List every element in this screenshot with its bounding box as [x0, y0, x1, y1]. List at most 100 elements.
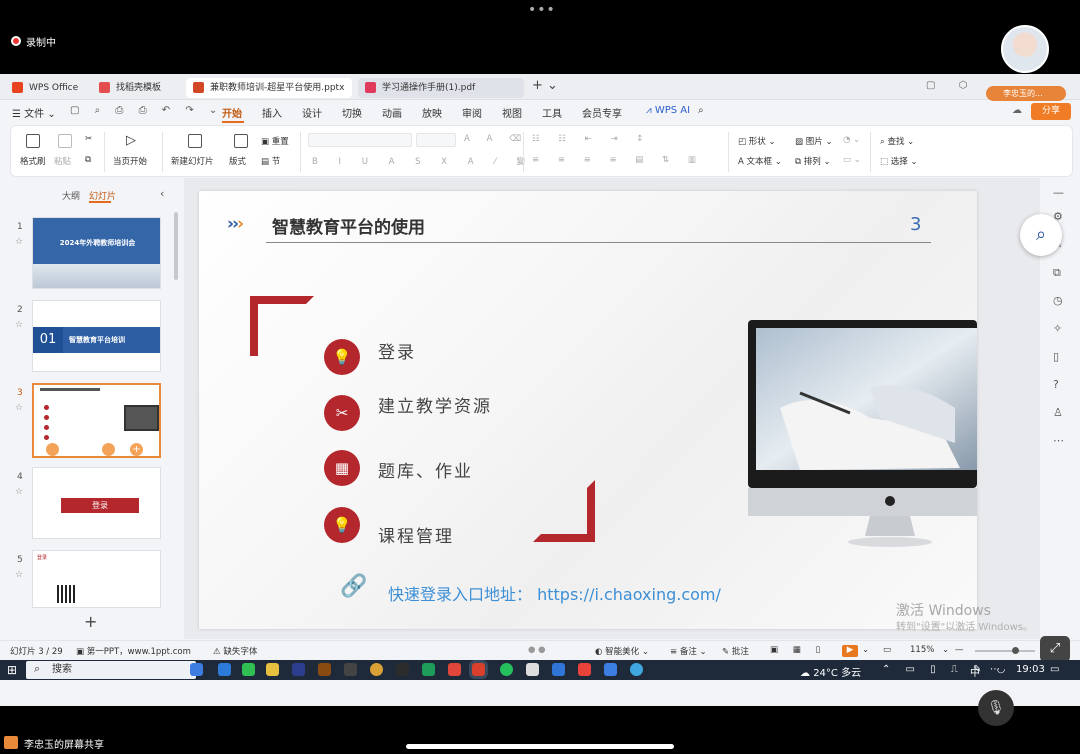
widget-icon[interactable]	[190, 663, 203, 676]
star-icon[interactable]: ☆	[15, 403, 23, 413]
menu-insert[interactable]: 插入	[262, 105, 282, 120]
app-icon[interactable]	[396, 663, 409, 676]
more-icon[interactable]: ⋯	[1053, 434, 1064, 447]
arrange-button[interactable]: ⧉ 排列 ⌄	[795, 155, 831, 167]
align-buttons[interactable]: ≡ ≡ ≡ ≡ ▤ ⇅ ▥	[532, 155, 704, 165]
new-slide-button[interactable]: 新建幻灯片	[171, 155, 214, 167]
star-icon[interactable]: ☆	[15, 320, 23, 330]
missing-font-button[interactable]: ⚠ 缺失字体	[213, 645, 257, 657]
user-badge[interactable]: 李忠玉的...	[986, 86, 1066, 101]
play-icon[interactable]: ▷	[126, 133, 136, 148]
wechat-icon[interactable]	[242, 663, 255, 676]
whatsapp-icon[interactable]	[500, 663, 513, 676]
beautify-button[interactable]: ◐ 智能美化 ⌄	[595, 645, 649, 657]
slide-thumb-2[interactable]: 01 智慧教育平台培训	[32, 300, 161, 372]
tab-pdf[interactable]: 学习通操作手册(1).pdf	[358, 78, 524, 98]
paste-label[interactable]: 粘贴	[54, 155, 71, 167]
outline-icon[interactable]: ▭ ⌄	[843, 155, 861, 165]
file-menu[interactable]: ☰ 文件 ⌄	[12, 105, 56, 120]
quick-login-link[interactable]: 快速登录入口地址： https://i.chaoxing.com/	[388, 581, 721, 605]
menu-start[interactable]: 开始	[222, 105, 242, 120]
font-size-select[interactable]	[416, 133, 456, 147]
layout-icon[interactable]	[234, 134, 248, 148]
new-tab-button[interactable]: + ⌄	[532, 78, 558, 93]
menu-design[interactable]: 设计	[302, 105, 322, 120]
menu-review[interactable]: 审阅	[462, 105, 482, 120]
notes-button[interactable]: ≡ 备注 ⌄	[670, 645, 707, 657]
font-style-buttons[interactable]: B I U A S X A ⁄ 變	[312, 155, 534, 167]
section-button[interactable]: ▤ 节	[261, 155, 280, 167]
quick-access-icons[interactable]: ▢ ⌕ ⎙ ⎙ ↶ ↷ ⌄	[70, 105, 223, 116]
textbox-button[interactable]: A 文本框 ⌄	[738, 155, 782, 167]
thumb-add-icon[interactable]: +	[130, 443, 143, 456]
search-icon[interactable]: ⌕	[698, 105, 704, 116]
find-button[interactable]: ⌕ 查找 ⌄	[880, 135, 914, 147]
zoom-level[interactable]: 115%	[910, 645, 934, 655]
wps-ai-button[interactable]: ⩘ WPS AI	[646, 105, 690, 116]
tab-wps-office[interactable]: WPS Office	[5, 78, 85, 98]
windows-start-icon[interactable]: ⊞	[7, 663, 17, 677]
expand-icon[interactable]: ⤢	[1040, 636, 1070, 662]
copy-icon[interactable]: ⧉	[1053, 266, 1061, 280]
slide-thumb-5[interactable]: 登录	[32, 550, 161, 608]
wps-taskbar-icon[interactable]	[472, 663, 485, 676]
list-buttons[interactable]: ☷ ☷ ⇤ ⇥ ↕	[532, 134, 651, 144]
from-current-button[interactable]: 当页开始	[113, 155, 147, 167]
format-painter-label[interactable]: 格式刷	[20, 155, 46, 167]
taskbar-search-box[interactable]: 搜索	[26, 661, 196, 679]
star-icon[interactable]: ☆	[15, 487, 23, 497]
app-icon[interactable]	[344, 663, 357, 676]
clock[interactable]: 19:03	[1016, 664, 1045, 675]
illustrator-icon[interactable]	[318, 663, 331, 676]
zoom-slider-handle[interactable]	[1012, 647, 1019, 654]
shape-button[interactable]: ◰ 形状 ⌄	[738, 135, 776, 147]
picture-button[interactable]: ▨ 图片 ⌄	[795, 135, 833, 147]
app-icon[interactable]	[604, 663, 617, 676]
fill-icon[interactable]: ◔ ⌄	[843, 135, 860, 145]
more-options-icon[interactable]: •••	[528, 2, 556, 18]
tab-template[interactable]: 找稻壳模板	[92, 78, 180, 98]
slide-thumb-4[interactable]: 登录	[32, 467, 161, 539]
app-icon[interactable]	[552, 663, 565, 676]
chrome-icon[interactable]	[370, 663, 383, 676]
star-icon[interactable]: ☆	[15, 237, 23, 247]
magic-icon[interactable]: ✧	[1053, 322, 1062, 335]
menu-member[interactable]: 会员专享	[582, 105, 622, 120]
app-icon[interactable]	[448, 663, 461, 676]
thumbnail-scrollbar[interactable]	[174, 212, 178, 280]
zoom-out-icon[interactable]: —	[955, 645, 964, 655]
new-slide-icon[interactable]	[188, 134, 202, 148]
menu-tools[interactable]: 工具	[542, 105, 562, 120]
edge-icon[interactable]	[218, 663, 231, 676]
minus-icon[interactable]: —	[1053, 186, 1064, 199]
slide-thumb-1[interactable]: 2024年外聘教师培训会	[32, 217, 161, 289]
menu-animation[interactable]: 动画	[382, 105, 402, 120]
book-icon[interactable]: ▯	[1053, 350, 1059, 363]
ime-indicator[interactable]: 中	[970, 664, 980, 679]
window-controls[interactable]: ▢ ⬡	[926, 80, 977, 91]
slideshow-dropdown-icon[interactable]: ⌄	[862, 645, 869, 655]
thumb-play-icon[interactable]	[46, 443, 59, 456]
app-icon[interactable]	[526, 663, 539, 676]
zoom-dropdown-icon[interactable]: ⌄	[942, 645, 949, 655]
edge-icon[interactable]	[630, 663, 643, 676]
microphone-muted-icon[interactable]: 🎙	[978, 690, 1014, 726]
share-button[interactable]: 分享	[1031, 103, 1071, 120]
theme-name[interactable]: ▣ 第一PPT，www.1ppt.com	[76, 645, 191, 657]
play-slideshow-button[interactable]: ▶	[842, 645, 858, 657]
participant-avatar[interactable]	[1001, 25, 1049, 73]
folder-icon[interactable]	[266, 663, 279, 676]
outline-tab[interactable]: 大纲	[62, 189, 80, 202]
app-icon[interactable]	[578, 663, 591, 676]
help-icon[interactable]: ?	[1053, 378, 1059, 391]
weather-widget[interactable]: ☁ 24°C 多云	[800, 664, 861, 679]
app-icon[interactable]	[422, 663, 435, 676]
cut-icon[interactable]: ✂	[85, 134, 92, 144]
layout-button[interactable]: 版式	[229, 155, 246, 167]
menu-view[interactable]: 视图	[502, 105, 522, 120]
format-painter-icon[interactable]	[26, 134, 40, 148]
star-icon[interactable]: ☆	[15, 570, 23, 580]
menu-transition[interactable]: 切换	[342, 105, 362, 120]
shirt-icon[interactable]: ♙	[1053, 406, 1063, 419]
zoom-slider[interactable]	[975, 650, 1035, 652]
